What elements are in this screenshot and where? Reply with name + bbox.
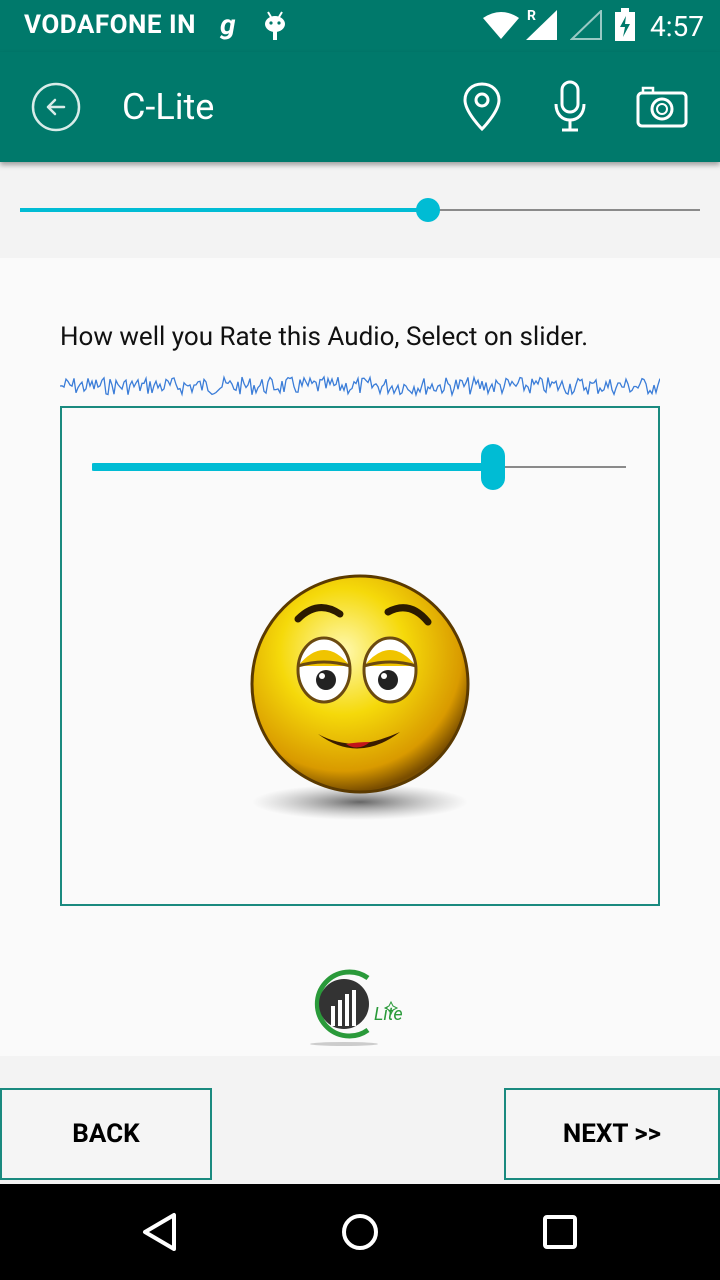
carrier-name: VODAFONE IN bbox=[24, 10, 196, 40]
signal-roaming-icon bbox=[526, 10, 557, 40]
progress-thumb[interactable] bbox=[416, 198, 440, 222]
back-button[interactable]: BACK bbox=[0, 1088, 212, 1180]
nav-recents-icon[interactable] bbox=[542, 1214, 578, 1250]
smiling-emoji-icon bbox=[250, 574, 470, 820]
toolbar-title: C-Lite bbox=[122, 86, 215, 128]
nav-back-icon[interactable] bbox=[140, 1212, 180, 1252]
location-pin-icon[interactable] bbox=[462, 82, 502, 132]
clite-logo: Lite bbox=[306, 964, 416, 1050]
rating-box bbox=[60, 406, 660, 906]
back-arrow-icon[interactable] bbox=[30, 81, 82, 133]
progress-track[interactable] bbox=[0, 165, 720, 257]
nav-home-icon[interactable] bbox=[340, 1212, 380, 1252]
android-debug-icon bbox=[265, 11, 285, 40]
app-toolbar: C-Lite bbox=[0, 52, 720, 162]
progress-slider[interactable] bbox=[0, 165, 720, 257]
battery-charging-icon bbox=[615, 8, 635, 41]
logo-text: Lite bbox=[374, 1004, 403, 1025]
rating-slider-thumb[interactable] bbox=[481, 444, 505, 490]
audio-waveform bbox=[60, 375, 660, 398]
microphone-icon[interactable] bbox=[552, 80, 588, 134]
camera-icon[interactable] bbox=[636, 86, 688, 128]
wifi-icon bbox=[483, 12, 519, 39]
status-bar: VODAFONE IN g R 4:57 bbox=[0, 0, 720, 52]
clock: 4:57 bbox=[650, 10, 704, 43]
system-nav-bar bbox=[0, 1184, 720, 1280]
next-button[interactable]: NEXT >> bbox=[504, 1088, 720, 1180]
question-card: How well you Rate this Audio, Select on … bbox=[0, 258, 720, 1056]
question-text: How well you Rate this Audio, Select on … bbox=[60, 322, 589, 352]
signal-empty-icon bbox=[570, 10, 602, 40]
rating-slider[interactable] bbox=[92, 442, 632, 494]
carrier-extra: g bbox=[220, 8, 236, 41]
